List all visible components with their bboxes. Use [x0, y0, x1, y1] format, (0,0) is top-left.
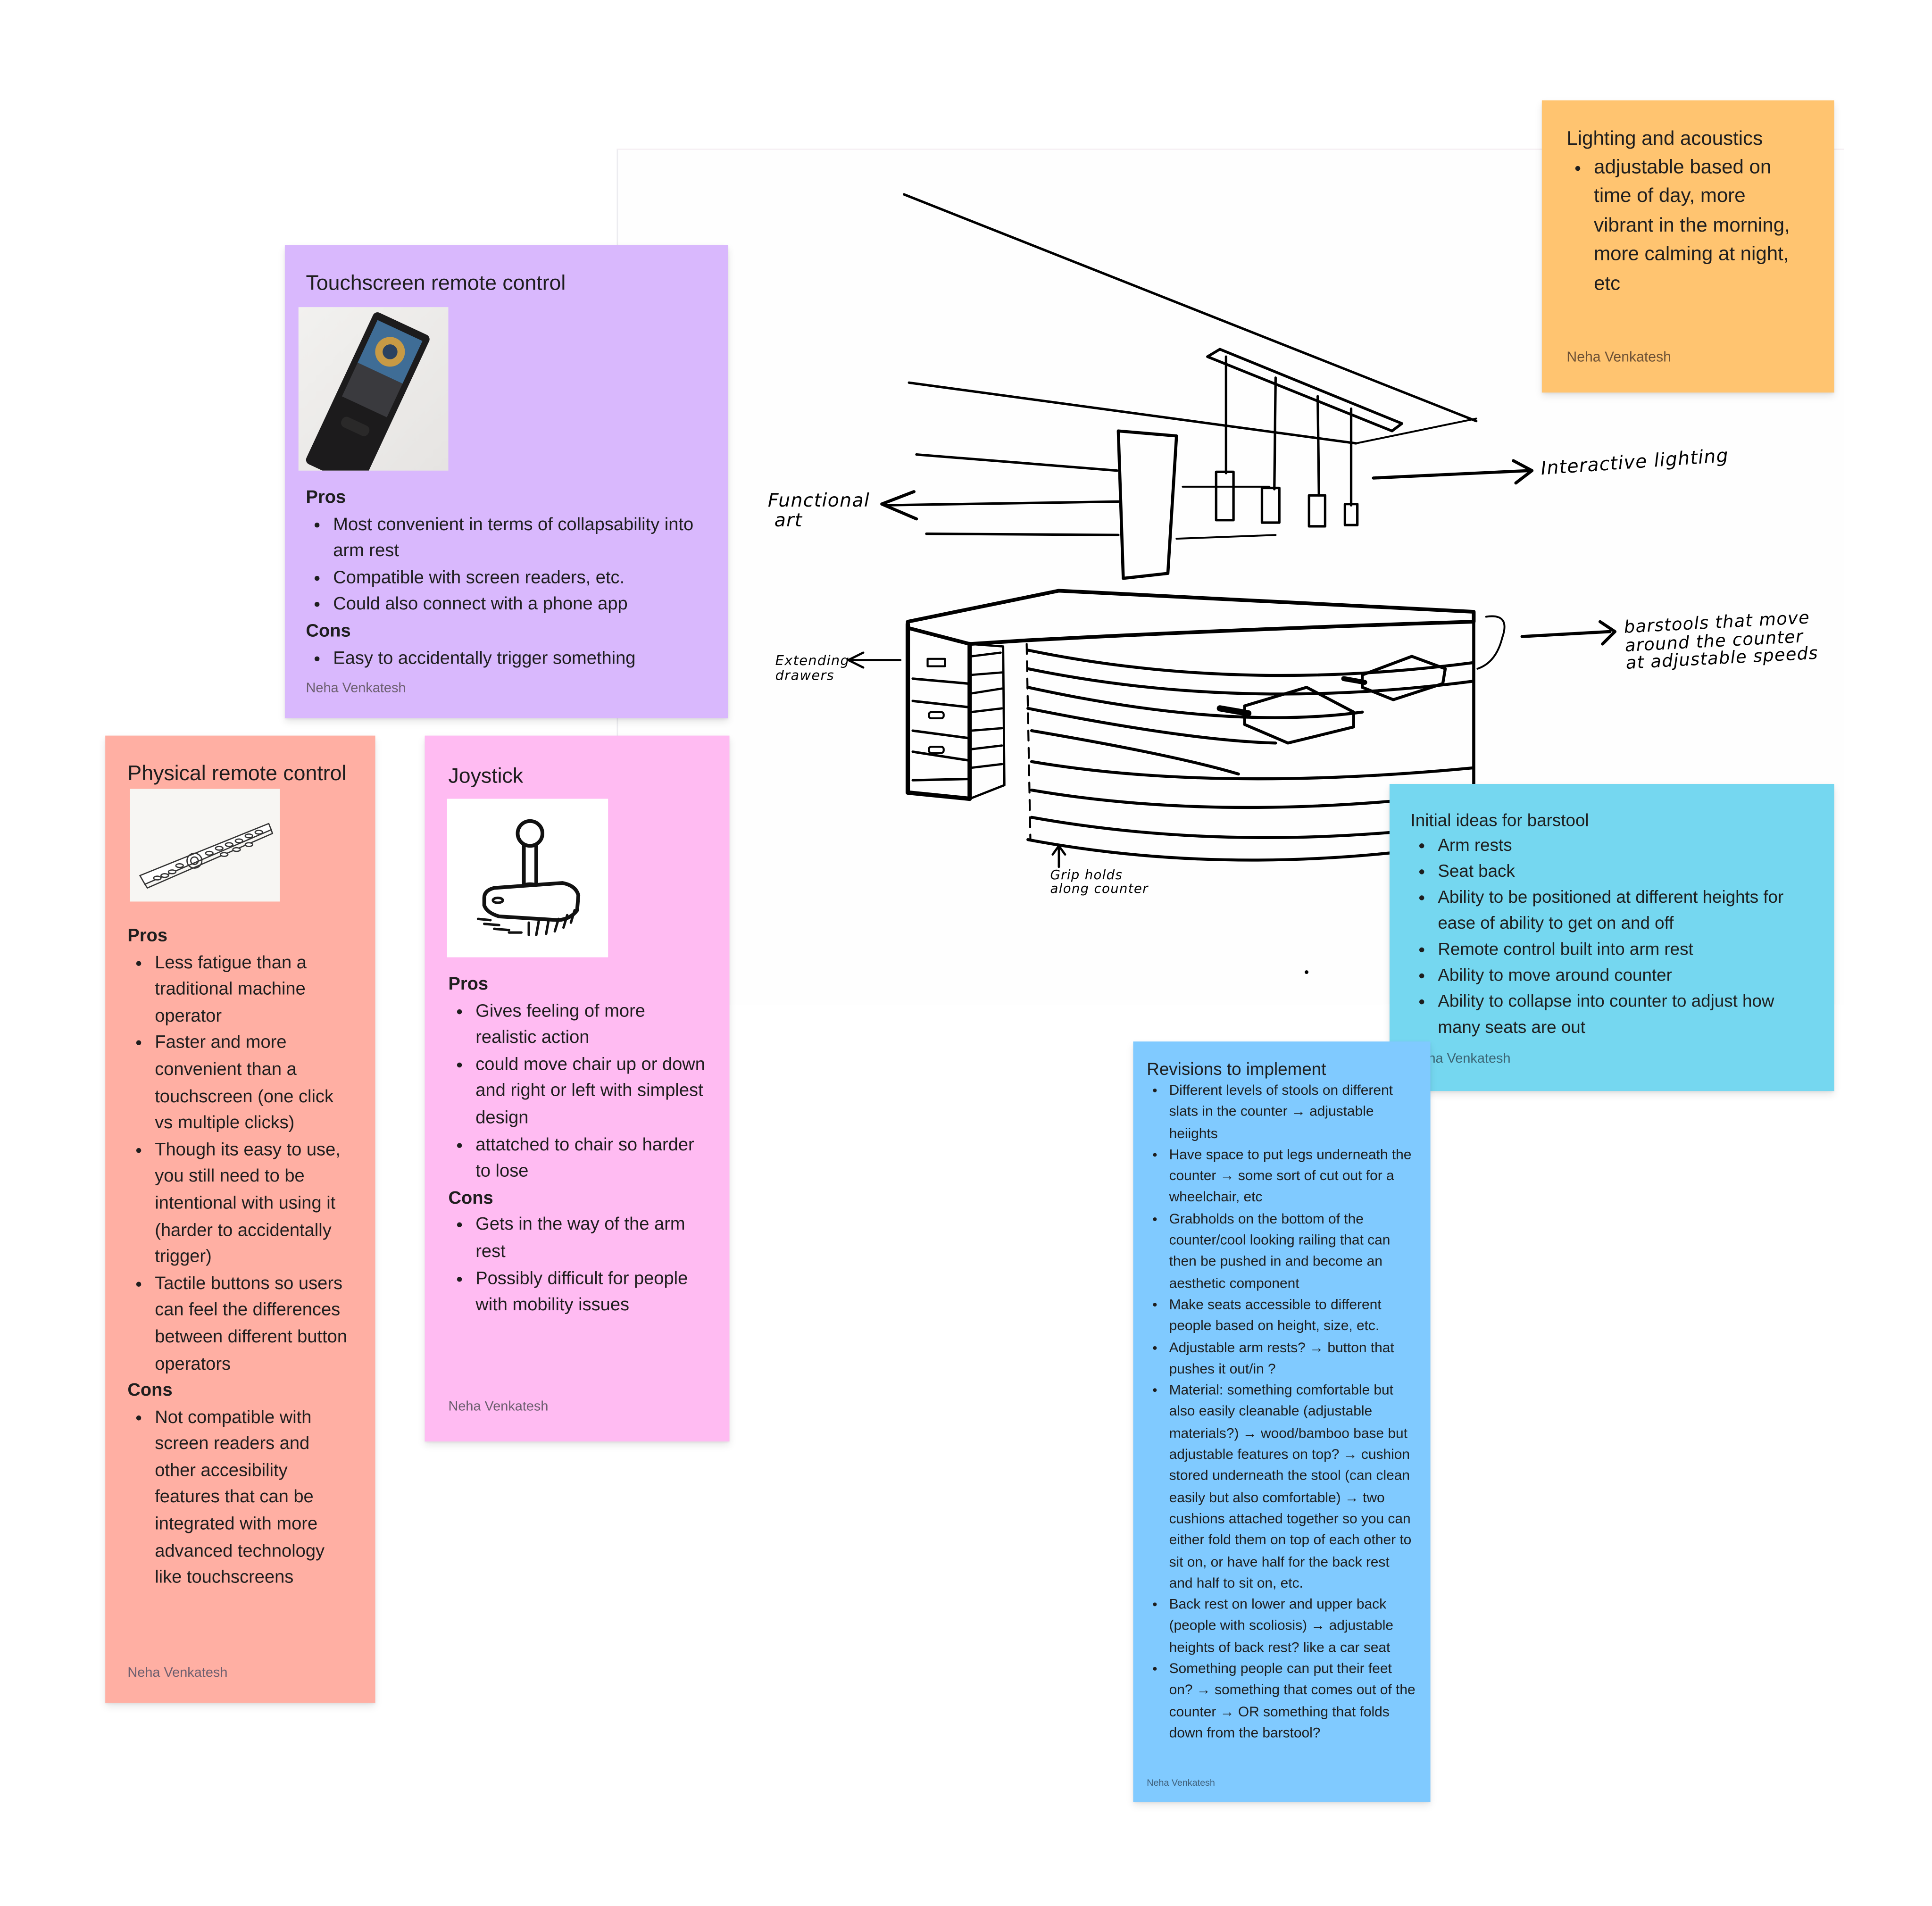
revision-item: Different levels of stools on different … — [1169, 1081, 1417, 1145]
label-extending-drawers: Extending drawers — [775, 652, 850, 683]
pros-heading: Pros — [127, 926, 168, 946]
pros-item: Though its easy to use, you still need t… — [155, 1138, 353, 1271]
sticky-title: Lighting and acoustics — [1566, 129, 1763, 150]
remote-device-icon — [306, 312, 430, 471]
idea-item: Ability to be positioned at different he… — [1438, 884, 1813, 936]
cons-heading: Cons — [448, 1188, 493, 1208]
pros-list: Most convenient in terms of collapsabili… — [306, 512, 708, 619]
sticky-title: Physical remote control — [127, 761, 347, 785]
cons-item: Possibly difficult for people with mobil… — [475, 1266, 706, 1320]
cons-item: Easy to accidentally trigger something — [333, 646, 707, 673]
sticky-joystick[interactable]: Joystick Pros Gives feeling of more real… — [425, 735, 730, 1442]
revision-item: Grabholds on the bottom of the counter/c… — [1169, 1210, 1417, 1296]
idea-item: Remote control built into arm rest — [1438, 936, 1813, 962]
pros-heading: Pros — [306, 488, 346, 508]
pros-list: Less fatigue than a traditional machine … — [127, 950, 353, 1378]
revision-item: Material: something comfortable but also… — [1169, 1381, 1417, 1595]
cons-list: Easy to accidentally trigger something — [306, 646, 708, 673]
cons-item: Gets in the way of the arm rest — [475, 1213, 706, 1266]
cons-list: Gets in the way of the arm rest Possibly… — [448, 1213, 706, 1320]
sticky-physical-remote[interactable]: Physical remote control Pros Less fatigu… — [105, 735, 375, 1703]
label-grip-holds: Grip holds along counter — [1050, 868, 1149, 897]
pros-item: Could also connect with a phone app — [333, 592, 707, 619]
pros-heading: Pros — [448, 974, 489, 995]
sticky-title: Initial ideas for barstool — [1410, 810, 1589, 830]
cons-heading: Cons — [306, 621, 351, 641]
cons-heading: Cons — [127, 1381, 173, 1401]
remote-control-icon — [139, 823, 274, 889]
sticky-author: Neha Venkatesh — [1566, 350, 1672, 366]
sticky-title: Joystick — [448, 764, 524, 788]
pros-item: Most convenient in terms of collapsabili… — [333, 512, 707, 566]
sticky-barstool-ideas[interactable]: Initial ideas for barstool Arm rests Sea… — [1389, 784, 1834, 1091]
pros-item: Faster and more convenient than a touchs… — [155, 1031, 353, 1138]
idea-item: adjustable based on time of day, more vi… — [1594, 154, 1809, 299]
label-functional-art: Functional art — [767, 489, 870, 531]
sticky-author: Neha Venkatesh — [127, 1665, 228, 1681]
pros-item: Gives feeling of more realistic action — [475, 999, 706, 1052]
idea-item: Ability to collapse into counter to adju… — [1438, 988, 1813, 1040]
sticky-author: Neha Venkatesh — [448, 1399, 549, 1415]
revision-item: Back rest on lower and upper back (peopl… — [1169, 1595, 1417, 1659]
sticky-lighting-acoustics[interactable]: Lighting and acoustics adjustable based … — [1541, 100, 1834, 393]
sticky-title: Revisions to implement — [1147, 1058, 1326, 1079]
pros-item: Tactile buttons so users can feel the di… — [155, 1272, 353, 1379]
idea-item: Seat back — [1438, 858, 1813, 884]
pros-item: attatched to chair so harder to lose — [475, 1132, 706, 1186]
pros-item: could move chair up or down and right or… — [475, 1052, 706, 1132]
pros-list: Gives feeling of more realistic action c… — [448, 999, 706, 1186]
whiteboard-canvas[interactable]: Functional art Interactive lighting bars… — [0, 0, 1932, 1906]
idea-list: Arm rests Seat back Ability to be positi… — [1411, 832, 1813, 1040]
revision-item: Adjustable arm rests? → button that push… — [1169, 1338, 1417, 1381]
pros-item: Compatible with screen readers, etc. — [333, 566, 707, 592]
sticky-title: Touchscreen remote control — [306, 271, 566, 295]
sticky-author: Neha Venkatesh — [306, 681, 406, 696]
pros-item: Less fatigue than a traditional machine … — [155, 950, 353, 1031]
joystick-image[interactable] — [447, 799, 608, 957]
label-barstools: barstools that move around the counter a… — [1623, 608, 1819, 674]
physical-remote-image[interactable] — [130, 789, 280, 902]
sticky-revisions[interactable]: Revisions to implement Different levels … — [1133, 1041, 1431, 1802]
cons-item: Not compatible with screen readers and o… — [155, 1405, 353, 1592]
cons-list: Not compatible with screen readers and o… — [127, 1405, 353, 1592]
sticky-touchscreen-remote[interactable]: Touchscreen remote control Pros Most con… — [284, 245, 728, 718]
touchscreen-remote-image[interactable] — [298, 307, 449, 471]
sticky-author: Neha Venkatesh — [1147, 1777, 1215, 1789]
revision-item: Have space to put legs underneath the co… — [1169, 1145, 1417, 1209]
idea-item: Ability to move around counter — [1438, 962, 1813, 988]
joystick-icon — [476, 819, 581, 936]
revision-item: Make seats accessible to different peopl… — [1169, 1295, 1417, 1338]
revision-list: Different levels of stools on different … — [1147, 1081, 1416, 1745]
idea-item: Arm rests — [1438, 832, 1813, 858]
revision-item: Something people can put their feet on? … — [1169, 1659, 1417, 1745]
idea-list: adjustable based on time of day, more vi… — [1566, 154, 1809, 299]
